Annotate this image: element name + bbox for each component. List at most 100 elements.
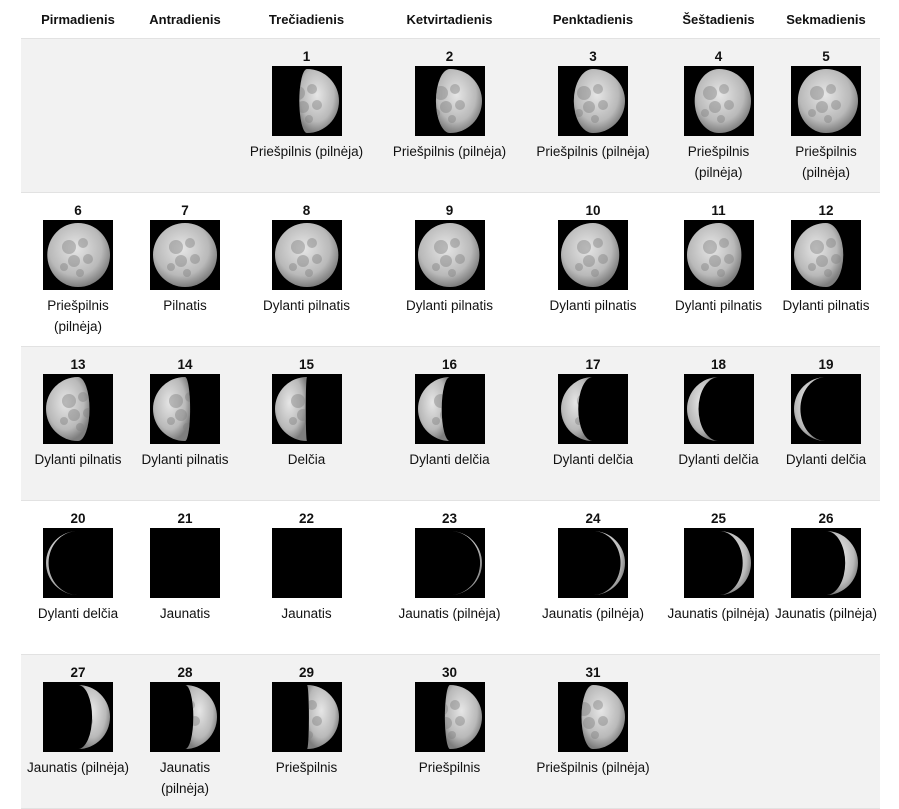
- moon-phase-icon: [683, 374, 754, 444]
- day-number: 17: [585, 357, 601, 372]
- moon-phase-label: Jaunatis (pilnėja): [26, 760, 130, 775]
- day-cell: 1 Priešpilnis (pilnėja): [235, 38, 378, 193]
- day-cell: 8 Dylanti pilnatis: [235, 192, 378, 347]
- day-cell: 20 Dylanti delčia: [21, 500, 135, 655]
- day-cell: 17 Dylanti delčia: [521, 346, 665, 501]
- moon-phase-label: Dylanti pilnatis: [141, 452, 229, 467]
- weekday-header: Pirmadienis: [21, 0, 135, 39]
- calendar-week-row: 20 Dylanti delčia 21 Jaunatis 22 Jaunatis 23 Ja…: [21, 500, 880, 655]
- moon-phase-label: Dylanti pilnatis: [262, 298, 351, 313]
- day-cell: 26 Jaunatis (pilnėja): [772, 500, 880, 655]
- day-cell: 19 Dylanti delčia: [772, 346, 880, 501]
- day-number: 21: [177, 511, 193, 526]
- day-cell: 25 Jaunatis (pilnėja): [665, 500, 772, 655]
- day-number: 23: [441, 511, 458, 526]
- moon-phase-icon: [150, 220, 220, 290]
- moon-phase-label: Jaunatis (pilnėja): [159, 760, 211, 796]
- day-cell: 7 Pilnatis: [135, 192, 235, 347]
- day-cell: 23 Jaunatis (pilnėja): [378, 500, 521, 655]
- moon-phase-icon: [271, 374, 342, 444]
- moon-phase-label: Priešpilnis (pilnėja): [47, 298, 109, 334]
- day-number: 18: [710, 357, 727, 372]
- moon-phase-icon: [683, 528, 754, 598]
- day-number: 15: [298, 357, 315, 372]
- day-number: 11: [711, 203, 726, 218]
- calendar-week-row: 13 Dylanti pilnatis 14 Dylanti pilnatis 15 De…: [21, 346, 880, 501]
- moon-phase-label: Priešpilnis (pilnėja): [392, 144, 507, 159]
- moon-phase-icon: [791, 220, 861, 290]
- moon-phase-icon: [43, 682, 113, 752]
- day-number: 6: [74, 203, 82, 218]
- day-number: 1: [302, 49, 311, 64]
- moon-phase-icon: [558, 220, 628, 290]
- day-cell: 27 Jaunatis (pilnėja): [21, 654, 135, 809]
- day-cell: 6 Priešpilnis (pilnėja): [21, 192, 135, 347]
- moon-phase-label: Jaunatis (pilnėja): [774, 606, 878, 621]
- empty-day-cell: [135, 38, 235, 193]
- day-number: 7: [181, 203, 189, 218]
- moon-phase-icon: [683, 220, 754, 290]
- moon-phase-icon: [271, 220, 342, 290]
- day-cell: 24 Jaunatis (pilnėja): [521, 500, 665, 655]
- empty-day-cell: [772, 654, 880, 809]
- calendar-week-row: 27 Jaunatis (pilnėja) 28 Jaunatis (pilnėja)…: [21, 654, 880, 809]
- day-number: 24: [585, 511, 601, 526]
- moon-phase-label: Jaunatis (pilnėja): [541, 606, 645, 621]
- day-number: 4: [714, 49, 723, 64]
- moon-phase-label: Priešpilnis (pilnėja): [536, 760, 650, 775]
- empty-day-cell: [21, 38, 135, 193]
- moon-phase-icon: [43, 220, 113, 290]
- moon-phase-label: Pilnatis: [163, 298, 207, 313]
- day-cell: 13 Dylanti pilnatis: [21, 346, 135, 501]
- day-number: 22: [298, 511, 315, 526]
- weekday-header: Penktadienis: [521, 0, 665, 39]
- day-number: 2: [445, 49, 454, 64]
- moon-phase-icon: [43, 374, 113, 444]
- moon-phase-label: Delčia: [287, 452, 326, 467]
- moon-phase-label: Dylanti pilnatis: [782, 298, 870, 313]
- calendar-body: 1 Priešpilnis (pilnėja) 2 Priešpilnis (piln…: [21, 38, 880, 809]
- day-cell: 3 Priešpilnis (pilnėja): [521, 38, 665, 193]
- day-number: 16: [441, 357, 458, 372]
- moon-phase-icon: [558, 682, 628, 752]
- weekday-header: Ketvirtadienis: [378, 0, 521, 39]
- day-cell: 22 Jaunatis: [235, 500, 378, 655]
- moon-phase-icon: [43, 528, 113, 598]
- weekday-header: Trečiadienis: [235, 0, 378, 39]
- moon-phase-icon: [150, 374, 220, 444]
- day-cell: 29 Priešpilnis: [235, 654, 378, 809]
- day-cell: 2 Priešpilnis (pilnėja): [378, 38, 521, 193]
- moon-phase-icon: [791, 528, 861, 598]
- day-number: 8: [302, 203, 311, 218]
- day-cell: 5 Priešpilnis (pilnėja): [772, 38, 880, 193]
- moon-phase-icon: [791, 66, 861, 136]
- moon-phase-icon: [558, 374, 628, 444]
- moon-phase-label: Dylanti pilnatis: [549, 298, 637, 313]
- moon-phase-icon: [683, 66, 754, 136]
- day-cell: 11 Dylanti pilnatis: [665, 192, 772, 347]
- day-cell: 30 Priešpilnis: [378, 654, 521, 809]
- day-cell: 15 Delčia: [235, 346, 378, 501]
- moon-phase-label: Dylanti pilnatis: [34, 452, 122, 467]
- day-number: 26: [818, 511, 834, 526]
- day-number: 29: [298, 665, 315, 680]
- moon-phase-label: Dylanti pilnatis: [405, 298, 494, 313]
- moon-phase-label: Dylanti pilnatis: [674, 298, 763, 313]
- day-number: 9: [445, 203, 454, 218]
- day-number: 19: [818, 357, 834, 372]
- moon-calendar: Pirmadienis Antradienis Trečiadienis Ket…: [21, 0, 880, 809]
- moon-phase-icon: [414, 66, 485, 136]
- day-number: 3: [589, 49, 597, 64]
- moon-phase-icon: [150, 682, 220, 752]
- day-number: 13: [70, 357, 86, 372]
- day-cell: 16 Dylanti delčia: [378, 346, 521, 501]
- day-cell: 31 Priešpilnis (pilnėja): [521, 654, 665, 809]
- moon-phase-icon: [271, 66, 342, 136]
- moon-phase-label: Jaunatis (pilnėja): [398, 606, 501, 621]
- day-cell: 28 Jaunatis (pilnėja): [135, 654, 235, 809]
- moon-phase-icon: [414, 682, 485, 752]
- calendar-week-row: 6 Priešpilnis (pilnėja) 7 Pilnatis 8 Dylanti …: [21, 192, 880, 347]
- weekday-header: Sekmadienis: [772, 0, 880, 39]
- moon-phase-icon: [791, 374, 861, 444]
- moon-phase-label: Priešpilnis (pilnėja): [249, 144, 364, 159]
